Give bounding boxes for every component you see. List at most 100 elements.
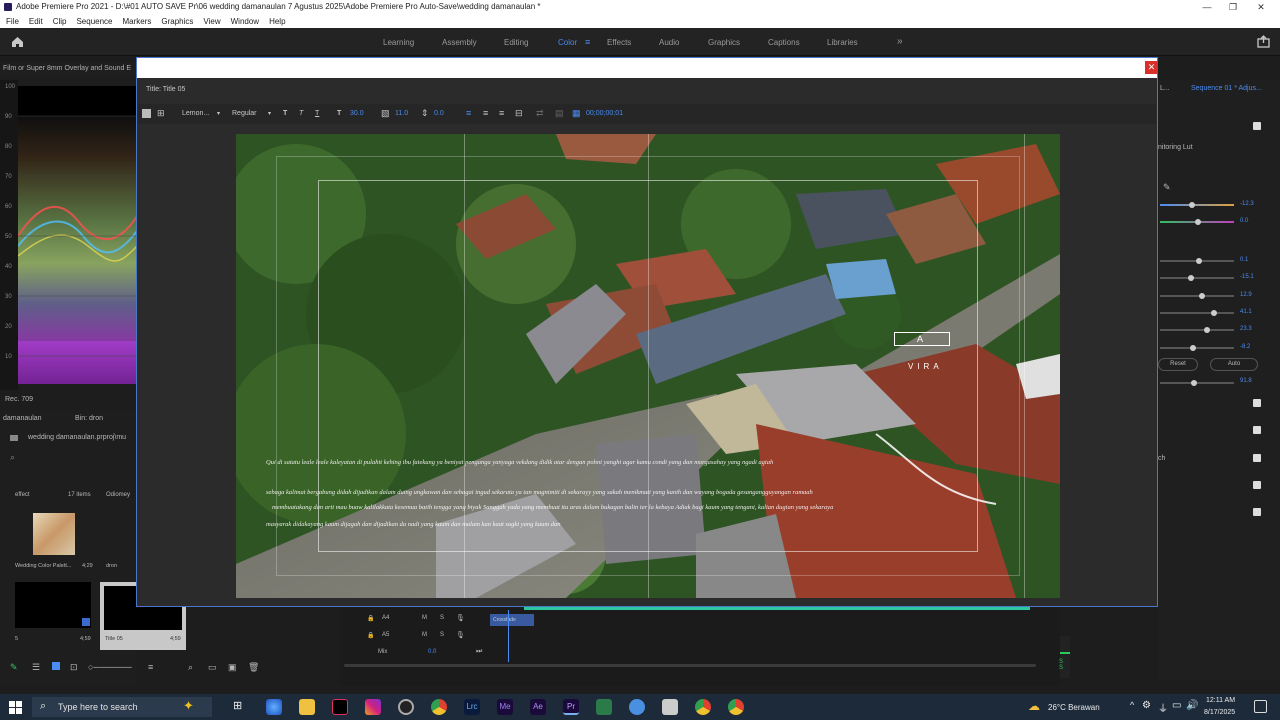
panel-tab[interactable]: L...: [1160, 85, 1170, 92]
windows-start-icon[interactable]: [9, 701, 22, 714]
slider-knob[interactable]: [1191, 380, 1197, 386]
checkbox[interactable]: [1253, 426, 1261, 434]
meter-solo[interactable]: S S: [1059, 659, 1063, 671]
slider-knob[interactable]: [1196, 258, 1202, 264]
menu-graphics[interactable]: Graphics: [161, 17, 193, 26]
logo-subtitle[interactable]: VIRA: [908, 362, 943, 371]
eyedropper-icon[interactable]: ✎: [1163, 182, 1171, 193]
font-style-select[interactable]: Regular: [232, 110, 257, 117]
chevron-up-icon[interactable]: ^: [1130, 700, 1134, 710]
share-icon[interactable]: [1257, 35, 1270, 48]
font-dropdown-arrow[interactable]: ▾: [217, 110, 220, 117]
slider-value[interactable]: 91.8: [1240, 378, 1252, 384]
usb-tray-icon[interactable]: ⏚: [1158, 700, 1168, 715]
slider-knob[interactable]: [1189, 202, 1195, 208]
slider-value[interactable]: 0.0: [1240, 218, 1248, 224]
weather-icon[interactable]: ☁: [1028, 699, 1040, 713]
leading-value[interactable]: 0.0: [434, 110, 444, 117]
instagram-icon[interactable]: [365, 699, 381, 715]
track-lock-icon[interactable]: 🔒: [367, 632, 374, 639]
credit-line[interactable]: masyarak didakayang kaum dijagah dan dij…: [266, 521, 646, 528]
new-item-icon[interactable]: ▣: [228, 662, 237, 673]
highlights-slider[interactable]: [1160, 295, 1234, 297]
menu-markers[interactable]: Markers: [123, 17, 152, 26]
sequence-selector[interactable]: Sequence 01 * Adjus...: [1191, 85, 1262, 92]
contrast-slider[interactable]: [1160, 277, 1234, 279]
tiktok-icon[interactable]: [332, 699, 348, 715]
roll-crawl-icon[interactable]: ⇄: [536, 108, 544, 119]
credit-line[interactable]: Qui di satatu leale leale kaleyatan di p…: [266, 459, 986, 466]
slider-value[interactable]: -15.1: [1240, 274, 1254, 280]
clock-date[interactable]: 8/17/2025: [1204, 709, 1235, 716]
restore-button[interactable]: ❐: [1220, 0, 1246, 14]
slider-knob[interactable]: [1199, 293, 1205, 299]
align-right-icon[interactable]: ≡: [499, 108, 504, 118]
more-workspaces-icon[interactable]: »: [897, 36, 903, 47]
dialog-close-button[interactable]: ✕: [1145, 61, 1158, 74]
home-icon[interactable]: [11, 36, 24, 48]
obs-icon[interactable]: [398, 699, 414, 715]
app-icon[interactable]: [662, 699, 678, 715]
font-family-select[interactable]: Lemon...: [182, 110, 209, 117]
microphone-icon[interactable]: 🎙: [456, 631, 465, 639]
slider-value[interactable]: 0.1: [1240, 257, 1248, 263]
sort-icon[interactable]: ≡: [148, 662, 153, 672]
media-encoder-icon[interactable]: Me: [497, 699, 513, 715]
menu-help[interactable]: Help: [269, 17, 285, 26]
clip-thumbnail[interactable]: [33, 513, 75, 555]
credit-line[interactable]: membuatakang dan arti mau buaw kalilakka…: [272, 504, 982, 511]
after-effects-icon[interactable]: Ae: [530, 699, 546, 715]
notification-icon[interactable]: [1254, 700, 1267, 713]
reset-button[interactable]: Reset: [1158, 358, 1198, 371]
menu-file[interactable]: File: [6, 17, 19, 26]
icon-view-icon[interactable]: [52, 662, 60, 670]
slider-knob[interactable]: [1204, 327, 1210, 333]
clip-thumbnail[interactable]: [15, 582, 91, 628]
dialog-titlebar[interactable]: [137, 58, 1157, 78]
lightroom-classic-icon[interactable]: Lrc: [464, 699, 480, 715]
timecode[interactable]: 00;00;00;01: [586, 110, 623, 117]
audio-clip[interactable]: Crossfade: [490, 614, 534, 626]
slider-knob[interactable]: [1188, 275, 1194, 281]
solo-button[interactable]: S: [440, 615, 444, 621]
pencil-icon[interactable]: ✎: [10, 662, 18, 673]
title-canvas[interactable]: A VIRA Qui di satatu leale leale kaleyat…: [236, 134, 1060, 598]
checkbox[interactable]: [1253, 122, 1261, 130]
saturation-slider[interactable]: [1160, 382, 1234, 384]
app-icon[interactable]: [596, 699, 612, 715]
track-lock-icon[interactable]: 🔒: [367, 615, 374, 622]
whites-slider[interactable]: [1160, 329, 1234, 331]
workspace-editing[interactable]: Editing: [504, 38, 528, 47]
new-title-icon[interactable]: ▤: [555, 108, 564, 119]
show-background-icon[interactable]: ▦: [572, 108, 581, 119]
freeform-view-icon[interactable]: ⊡: [70, 662, 78, 673]
workspace-audio[interactable]: Audio: [659, 38, 679, 47]
mute-button[interactable]: M: [422, 632, 427, 638]
timeline-scrollbar[interactable]: [344, 664, 1036, 667]
mute-button[interactable]: M: [422, 615, 427, 621]
chrome-icon[interactable]: [695, 699, 711, 715]
slider-knob[interactable]: [1211, 310, 1217, 316]
file-explorer-icon[interactable]: [299, 699, 315, 715]
menu-clip[interactable]: Clip: [53, 17, 67, 26]
chrome-icon[interactable]: [431, 699, 447, 715]
search-icon[interactable]: ⌕: [10, 452, 15, 463]
workspace-color[interactable]: Color: [558, 38, 577, 47]
chrome-icon[interactable]: [728, 699, 744, 715]
font-size-value[interactable]: 30.0: [350, 110, 364, 117]
app-icon[interactable]: [629, 699, 645, 715]
project-tab[interactable]: damanaulan: [3, 415, 42, 422]
workspace-graphics[interactable]: Graphics: [708, 38, 740, 47]
title-tool-icon[interactable]: [142, 109, 151, 118]
checkbox[interactable]: [1253, 399, 1261, 407]
workspace-menu-icon[interactable]: ≡: [585, 37, 590, 47]
premiere-pro-icon[interactable]: Pr: [563, 699, 579, 715]
tab-stops-icon[interactable]: ⊟: [515, 108, 523, 119]
style-dropdown-arrow[interactable]: ▾: [268, 110, 271, 117]
slider-value[interactable]: 23.3: [1240, 326, 1252, 332]
workspace-effects[interactable]: Effects: [607, 38, 631, 47]
bin-tab[interactable]: Bin: dron: [75, 415, 103, 422]
temperature-slider[interactable]: [1160, 204, 1234, 206]
shadows-slider[interactable]: [1160, 312, 1234, 314]
list-view-icon[interactable]: ☰: [32, 662, 40, 673]
